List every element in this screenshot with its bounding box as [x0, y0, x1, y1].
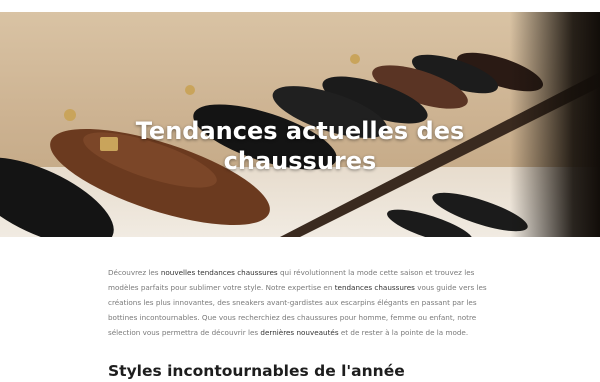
intro-paragraph: Découvrez les nouvelles tendances chauss… [108, 265, 488, 340]
hero-banner: Tendances actuelles des chaussures [0, 12, 600, 237]
section-title: Styles incontournables de l'année [108, 362, 405, 380]
page: Tendances actuelles des chaussures Décou… [0, 0, 600, 380]
intro-keyword-2: tendances chaussures [334, 283, 415, 292]
intro-text-4: et de rester à la pointe de la mode. [338, 328, 469, 337]
hero-title-line-2: chaussures [223, 147, 377, 176]
hero-title-line-1: Tendances actuelles des [135, 117, 465, 146]
intro-keyword-1: nouvelles tendances chaussures [160, 268, 278, 277]
intro-keyword-3: dernières nouveautés [260, 328, 339, 337]
hero-title: Tendances actuelles des chaussures [0, 116, 600, 176]
top-bar [0, 0, 600, 12]
intro-text-1: Découvrez les [108, 268, 161, 277]
main-content: Découvrez les nouvelles tendances chauss… [0, 237, 600, 382]
